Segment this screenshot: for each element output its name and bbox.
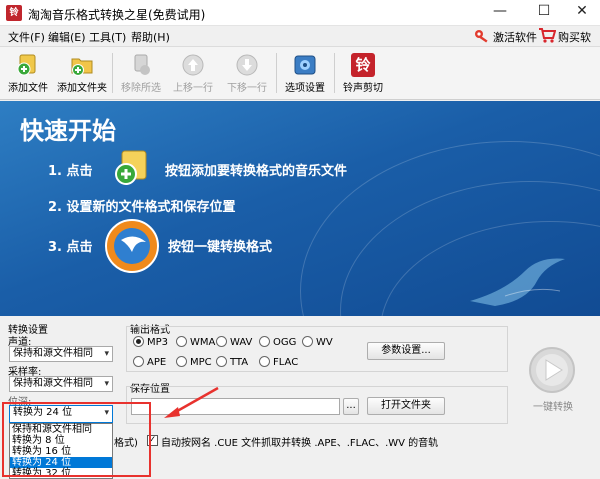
toolbar-divider xyxy=(112,53,113,93)
format-label: OGG xyxy=(273,337,297,348)
radio-icon xyxy=(259,356,270,367)
format-label: APE xyxy=(147,357,167,368)
chevron-down-icon: ▾ xyxy=(104,349,109,359)
step3-text: 3. 点击 xyxy=(48,240,93,255)
remove-icon xyxy=(134,54,150,75)
options-button[interactable]: 选项设置 xyxy=(282,47,328,99)
activate-button[interactable] xyxy=(474,28,490,47)
radio-icon xyxy=(259,336,270,347)
format-label: WV xyxy=(316,337,333,348)
title-bar: 铃 淘淘音乐格式转换之星(免费试用) — ☐ ✕ xyxy=(0,0,600,26)
radio-icon xyxy=(133,356,144,367)
format-ogg[interactable]: OGG xyxy=(259,336,296,348)
menu-tools[interactable]: 工具(T) xyxy=(89,29,126,45)
ringtone-button[interactable]: 铃 铃声剪切 xyxy=(340,47,386,99)
options-label: 选项设置 xyxy=(285,83,325,94)
bird-logo-icon xyxy=(470,258,565,306)
buy-button[interactable] xyxy=(538,27,557,46)
step2-text: 2. 设置新的文件格式和保存位置 xyxy=(48,200,236,215)
format-label: WAV xyxy=(230,337,253,348)
format-label: TTA xyxy=(230,357,249,368)
key-icon xyxy=(475,30,488,43)
samplerate-value: 保持和源文件相同 xyxy=(13,378,93,389)
menu-help[interactable]: 帮助(H) xyxy=(131,29,170,45)
add-folder-label: 添加文件夹 xyxy=(57,83,107,94)
quick-start-banner: 快速开始 1. 点击 按钮添加要转换格式的音乐文件 2. 设置新的文件格式和保存… xyxy=(0,101,600,316)
add-file-label: 添加文件 xyxy=(8,83,48,94)
format-label: WMA xyxy=(190,337,216,348)
ringtone-label: 铃声剪切 xyxy=(343,83,383,94)
window-title: 淘淘音乐格式转换之星(免费试用) xyxy=(28,8,206,22)
banner-title: 快速开始 xyxy=(20,117,116,145)
add-file-icon xyxy=(115,150,147,185)
app-icon: 铃 xyxy=(6,5,22,21)
remove-button[interactable]: 移除所选 xyxy=(118,47,164,99)
add-folder-button[interactable]: 添加文件夹 xyxy=(56,47,108,99)
radio-icon xyxy=(216,356,227,367)
radio-icon xyxy=(176,356,187,367)
format-tta[interactable]: TTA xyxy=(216,356,248,368)
radio-icon xyxy=(133,336,144,347)
menu-edit[interactable]: 编辑(E) xyxy=(48,29,86,45)
format-wv[interactable]: WV xyxy=(302,336,333,348)
move-up-label: 上移一行 xyxy=(173,83,213,94)
convert-disc-icon xyxy=(105,219,159,273)
play-icon xyxy=(529,347,575,393)
add-folder-icon xyxy=(71,58,93,76)
open-folder-button[interactable]: 打开文件夹 xyxy=(367,397,445,415)
annotation-arrow-icon xyxy=(164,386,219,418)
radio-icon xyxy=(216,336,227,347)
params-button[interactable]: 参数设置... xyxy=(367,342,445,360)
channel-value: 保持和源文件相同 xyxy=(13,348,93,359)
arrow-up-icon xyxy=(182,54,204,76)
format-wav[interactable]: WAV xyxy=(216,336,252,348)
convert-label: 一键转换 xyxy=(533,402,573,413)
minimize-icon[interactable]: — xyxy=(480,0,520,24)
toolbar: 添加文件 添加文件夹 移除所选 上移一行 下移一行 选项设置 铃 铃声剪切 xyxy=(0,46,600,100)
cart-icon xyxy=(539,28,557,43)
radio-icon xyxy=(302,336,313,347)
activate-label[interactable]: 激活软件 xyxy=(493,29,537,45)
channel-select[interactable]: 保持和源文件相同 ▾ xyxy=(9,346,113,362)
remove-label: 移除所选 xyxy=(121,83,161,94)
move-up-button[interactable]: 上移一行 xyxy=(170,47,216,99)
add-file-icon xyxy=(17,54,36,76)
chevron-down-icon: ▾ xyxy=(104,379,109,389)
settings-icon xyxy=(294,55,316,75)
toolbar-divider xyxy=(334,53,335,93)
step3-desc: 按钮一键转换格式 xyxy=(168,240,273,255)
step1-text: 1. 点击 xyxy=(48,164,93,179)
bell-icon: 铃 xyxy=(351,53,375,77)
move-down-label: 下移一行 xyxy=(227,83,267,94)
move-down-button[interactable]: 下移一行 xyxy=(224,47,270,99)
format-mpc[interactable]: MPC xyxy=(176,356,212,368)
browse-button[interactable]: ... xyxy=(343,398,359,415)
format-ape[interactable]: APE xyxy=(133,356,166,368)
format-wma[interactable]: WMA xyxy=(176,336,215,348)
maximize-icon[interactable]: ☐ xyxy=(524,0,564,24)
menu-file[interactable]: 文件(F) xyxy=(8,29,45,45)
format-mp3[interactable]: MP3 xyxy=(133,336,168,348)
annotation-box xyxy=(2,402,151,477)
step1-desc: 按钮添加要转换格式的音乐文件 xyxy=(165,164,348,179)
cue-checkbox-label: 自动按网名 .CUE 文件抓取并转换 .APE、.FLAC、.WV 的音轨 xyxy=(161,438,439,449)
arrow-down-icon xyxy=(236,54,258,76)
format-label: MPC xyxy=(190,357,212,368)
close-icon[interactable]: ✕ xyxy=(562,0,600,24)
toolbar-divider xyxy=(276,53,277,93)
convert-button[interactable] xyxy=(528,346,576,394)
format-label: MP3 xyxy=(147,337,169,348)
format-flac[interactable]: FLAC xyxy=(259,356,298,368)
add-file-button[interactable]: 添加文件 xyxy=(6,47,50,99)
format-label: FLAC xyxy=(273,357,299,368)
samplerate-select[interactable]: 保持和源文件相同 ▾ xyxy=(9,376,113,392)
radio-icon xyxy=(176,336,187,347)
